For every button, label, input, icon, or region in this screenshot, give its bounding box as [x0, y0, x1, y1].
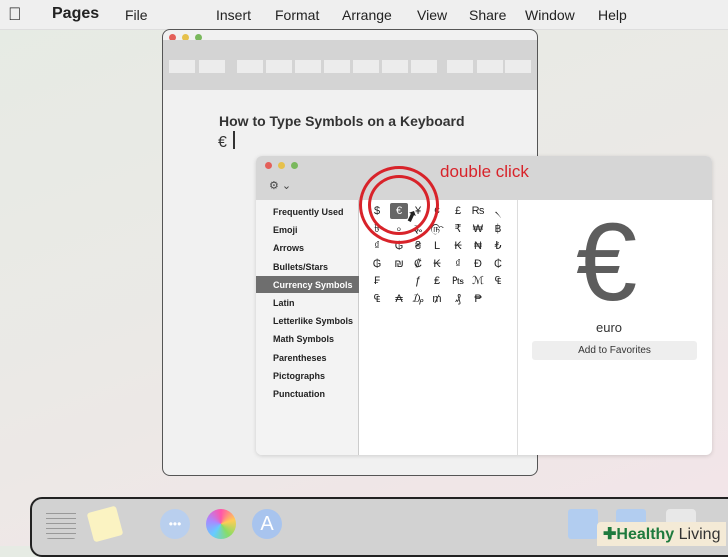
symbol-cell[interactable]: ₵	[489, 256, 507, 272]
menu-view[interactable]: View	[417, 7, 447, 23]
symbol-cell[interactable]: ƒ	[409, 273, 427, 289]
menu-share[interactable]: Share	[469, 7, 506, 23]
symbol-cell[interactable]: ₳	[390, 291, 408, 307]
add-to-favorites-button[interactable]: Add to Favorites	[532, 341, 697, 360]
toolbar-button[interactable]	[237, 60, 263, 73]
category-item[interactable]: Punctuation	[256, 385, 359, 402]
minimize-button[interactable]	[278, 162, 285, 169]
toolbar-button[interactable]	[447, 60, 473, 73]
symbol-cell[interactable]: ₧	[449, 273, 467, 289]
toolbar-button[interactable]	[169, 60, 195, 73]
toolbar-button[interactable]	[505, 60, 531, 73]
toolbar-button[interactable]	[353, 60, 379, 73]
category-item[interactable]: Letterlike Symbols	[256, 312, 359, 329]
menu-insert[interactable]: Insert	[216, 7, 251, 23]
symbol-cell[interactable]: ℳ	[469, 273, 487, 289]
menu-bar:  Pages File Insert Format Arrange View …	[0, 0, 728, 30]
menu-arrange[interactable]: Arrange	[342, 7, 392, 23]
symbol-cell[interactable]: L	[428, 238, 446, 254]
messages-icon[interactable]: •••	[160, 509, 190, 539]
toolbar-button[interactable]	[324, 60, 350, 73]
toolbar-button[interactable]	[266, 60, 292, 73]
close-button[interactable]	[265, 162, 272, 169]
zoom-button[interactable]	[291, 162, 298, 169]
menu-format[interactable]: Format	[275, 7, 319, 23]
app-store-icon[interactable]: A	[252, 509, 282, 539]
toolbar-button[interactable]	[382, 60, 408, 73]
apple-menu-icon[interactable]: 	[8, 4, 22, 25]
symbol-cell[interactable]: ₣	[368, 273, 386, 289]
photos-icon[interactable]	[206, 509, 236, 539]
settings-gear-icon[interactable]: ⚙ ⌄	[269, 179, 291, 192]
menu-help[interactable]: Help	[598, 7, 627, 23]
document-title: How to Type Symbols on a Keyboard	[219, 113, 465, 129]
category-item[interactable]: Pictographs	[256, 367, 359, 384]
category-item[interactable]: Emoji	[256, 221, 359, 238]
symbol-preview: €	[576, 201, 638, 324]
symbol-cell[interactable]: ₨	[469, 203, 487, 219]
symbol-cell[interactable]: ₥	[428, 291, 446, 307]
symbol-cell[interactable]: ₯	[409, 291, 427, 307]
category-item[interactable]: Math Symbols	[256, 330, 359, 347]
symbol-cell[interactable]: ₦	[469, 238, 487, 254]
symbol-cell[interactable]: ₡	[409, 256, 427, 272]
symbol-cell[interactable]: ₪	[390, 256, 408, 272]
toolbar-button[interactable]	[477, 60, 503, 73]
symbol-cell[interactable]: ₤	[428, 273, 446, 289]
symbol-cell[interactable]: Đ	[469, 256, 487, 272]
watermark: ✚Healthy Living	[597, 522, 727, 546]
symbol-cell[interactable]: ₹	[449, 221, 467, 237]
annotation-label: double click	[440, 162, 529, 181]
symbol-cell[interactable]: ৲	[489, 203, 507, 219]
notes-icon[interactable]	[86, 505, 124, 543]
typed-symbol: €	[218, 134, 227, 151]
symbol-cell[interactable]: ₱	[469, 291, 487, 307]
category-item[interactable]: Arrows	[256, 239, 359, 256]
toolbar	[163, 40, 537, 90]
symbol-cell[interactable]: ₩	[469, 221, 487, 237]
watermark-brand: Healthy	[616, 526, 675, 543]
toolbar-button[interactable]	[199, 60, 225, 73]
watermark-suffix: Living	[678, 526, 721, 543]
symbol-cell[interactable]: ₭	[449, 238, 467, 254]
character-viewer: ⚙ ⌄ Frequently Used Emoji Arrows Bullets/St…	[256, 156, 712, 455]
symbol-cell[interactable]: ₰	[449, 291, 467, 307]
text-caret	[233, 131, 235, 149]
symbol-cell[interactable]: ₠	[489, 273, 507, 289]
symbol-cell[interactable]: ฿	[489, 221, 507, 237]
toolbar-button[interactable]	[411, 60, 437, 73]
category-item[interactable]: Bullets/Stars	[256, 258, 359, 275]
menu-file[interactable]: File	[125, 7, 148, 23]
symbol-cell[interactable]: ₫	[449, 256, 467, 272]
highlight-circle-inner	[368, 175, 430, 235]
reminders-icon[interactable]	[46, 509, 76, 539]
category-item[interactable]: Frequently Used	[256, 203, 359, 220]
category-sidebar: Frequently Used Emoji Arrows Bullets/Stars C…	[256, 200, 359, 455]
symbol-cell[interactable]: ₺	[489, 238, 507, 254]
menu-app-name[interactable]: Pages	[52, 5, 99, 23]
symbol-cell[interactable]: ₠	[368, 291, 386, 307]
category-item[interactable]: Latin	[256, 294, 359, 311]
symbol-cell[interactable]: ₲	[368, 256, 386, 272]
symbol-cell[interactable]: ₭	[428, 256, 446, 272]
symbol-name: euro	[596, 320, 623, 335]
category-item[interactable]: Currency Symbols	[256, 275, 359, 293]
toolbar-button[interactable]	[295, 60, 321, 73]
category-item[interactable]: Parentheses	[256, 349, 359, 366]
symbol-cell[interactable]: £	[449, 203, 467, 219]
folder-icon[interactable]	[568, 509, 598, 539]
menu-window[interactable]: Window	[525, 7, 575, 23]
